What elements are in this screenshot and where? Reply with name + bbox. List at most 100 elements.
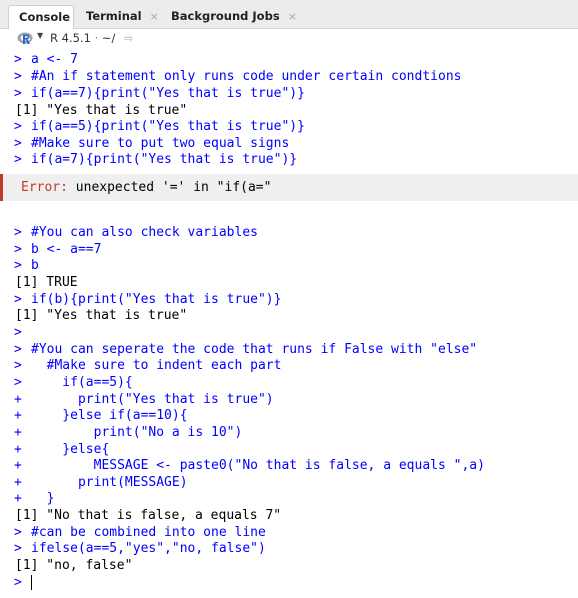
line-text: MESSAGE <- paste0("No that is false, a e… (31, 458, 485, 473)
output-text: [1] "Yes that is true" (15, 103, 188, 118)
line-text: #You can also check variables (31, 225, 258, 240)
console-line: > #An if statement only runs code under c… (0, 68, 578, 85)
prompt: > (14, 292, 22, 307)
console-line: [1] "No that is false, a equals 7" (0, 507, 578, 524)
console-line: > #You can also check variables (0, 224, 578, 241)
console-line: > if(a=7){print("Yes that is true")} (0, 151, 578, 168)
line-text: }else if(a==10){ (31, 408, 188, 423)
go-to-directory-icon[interactable]: ⇨ (124, 32, 133, 45)
line-text: if(b){print("Yes that is true")} (31, 292, 282, 307)
console-line: > if(a==7){print("Yes that is true")} (0, 85, 578, 102)
console-line: [1] "Yes that is true" (0, 102, 578, 119)
prompt: > (14, 225, 22, 240)
console-line: > a <- 7 (0, 51, 578, 68)
console-line: > if(b){print("Yes that is true")} (0, 291, 578, 308)
line-text: if(a==5){print("Yes that is true")} (31, 119, 305, 134)
input-prompt: > (14, 575, 22, 590)
line-text: if(a==7){print("Yes that is true")} (31, 86, 305, 101)
console-line: > b <- a==7 (0, 241, 578, 258)
line-text: }else{ (31, 442, 110, 457)
prompt: + (14, 458, 22, 473)
output-text: [1] "Yes that is true" (15, 308, 188, 323)
output-text: [1] TRUE (15, 275, 78, 290)
prompt: > (14, 119, 22, 134)
output-text: [1] "No that is false, a equals 7" (15, 508, 282, 523)
prompt: > (14, 358, 22, 373)
tab-terminal[interactable]: Terminal × (76, 5, 160, 29)
prompt: > (14, 52, 22, 67)
prompt: + (14, 392, 22, 407)
console-line: + }else{ (0, 441, 578, 458)
prompt: + (14, 491, 22, 506)
output-text: [1] "no, false" (15, 558, 133, 573)
tab-console-label: Console (19, 10, 71, 24)
error-label: Error: (21, 180, 68, 195)
line-text: #An if statement only runs code under ce… (31, 69, 462, 84)
console-line: [1] TRUE (0, 274, 578, 291)
tab-background-jobs-close-icon[interactable]: × (288, 10, 297, 23)
console-line: + } (0, 490, 578, 507)
line-text: } (31, 491, 55, 506)
line-text: print(MESSAGE) (31, 475, 188, 490)
line-text: #Make sure to put two equal signs (31, 136, 290, 151)
path-separator: · (94, 31, 99, 45)
prompt: > (14, 86, 22, 101)
tab-background-jobs[interactable]: Background Jobs × (161, 5, 297, 29)
console-line: > (0, 324, 578, 341)
line-text: #can be combined into one line (31, 525, 266, 540)
prompt: + (14, 475, 22, 490)
console-line: > #Make sure to put two equal signs (0, 135, 578, 152)
prompt: > (14, 152, 22, 167)
line-text: a <- 7 (31, 52, 78, 67)
console-line: > #You can seperate the code that runs if… (0, 341, 578, 358)
r-version-dropdown-icon[interactable]: ▼ (37, 31, 43, 40)
text-cursor (31, 575, 32, 590)
prompt: > (14, 375, 22, 390)
error-detail: unexpected '=' in "if(a=" (67, 180, 272, 195)
console-line: > #Make sure to indent each part (0, 357, 578, 374)
console-line: > #can be combined into one line (0, 524, 578, 541)
error-message: Error: unexpected '=' in "if(a=" (21, 179, 271, 196)
line-text: #Make sure to indent each part (31, 358, 282, 373)
console-line: > if(a==5){ (0, 374, 578, 391)
line-text: ifelse(a==5,"yes","no, false") (31, 541, 266, 556)
prompt: > (14, 525, 22, 540)
tab-console[interactable]: Console (8, 5, 74, 30)
prompt: > (14, 541, 22, 556)
working-directory-path: ~/ (101, 31, 116, 45)
console-line: > if(a==5){print("Yes that is true")} (0, 118, 578, 135)
line-text: b (31, 258, 39, 273)
console-pathbar: ▼ R 4.5.1 · ~/ ⇨ (0, 29, 578, 49)
prompt: > (14, 325, 22, 340)
console-line: > b (0, 257, 578, 274)
r-version-label: R 4.5.1 (50, 31, 91, 45)
line-text: b <- a==7 (31, 242, 102, 257)
prompt: + (14, 442, 22, 457)
prompt: + (14, 425, 22, 440)
prompt: > (14, 342, 22, 357)
line-text: print("Yes that is true") (31, 392, 274, 407)
line-text: if(a=7){print("Yes that is true")} (31, 152, 298, 167)
console-line: + }else if(a==10){ (0, 407, 578, 424)
console-line: + MESSAGE <- paste0("No that is false, a… (0, 457, 578, 474)
prompt: > (14, 242, 22, 257)
console-line: + print(MESSAGE) (0, 474, 578, 491)
line-text: if(a==5){ (31, 375, 133, 390)
console-line: [1] "Yes that is true" (0, 307, 578, 324)
line-text: print("No a is 10") (31, 425, 243, 440)
prompt: > (14, 69, 22, 84)
console-tabbar: Console Terminal × Background Jobs × (0, 0, 578, 30)
error-block: Error: unexpected '=' in "if(a=" (0, 174, 578, 201)
console-line: + print("Yes that is true") (0, 391, 578, 408)
console-output[interactable]: > a <- 7 > #An if statement only runs code… (0, 49, 578, 598)
tab-terminal-close-icon[interactable]: × (150, 10, 159, 23)
console-input-line[interactable]: > (0, 574, 578, 591)
console-line: + print("No a is 10") (0, 424, 578, 441)
console-line: > ifelse(a==5,"yes","no, false") (0, 540, 578, 557)
r-logo-icon[interactable] (17, 32, 33, 45)
r-version-path: R 4.5.1 · ~/ (50, 31, 115, 45)
prompt: + (14, 408, 22, 423)
tab-terminal-label: Terminal (86, 9, 142, 23)
line-text: #You can seperate the code that runs if … (31, 342, 478, 357)
console-line: [1] "no, false" (0, 557, 578, 574)
